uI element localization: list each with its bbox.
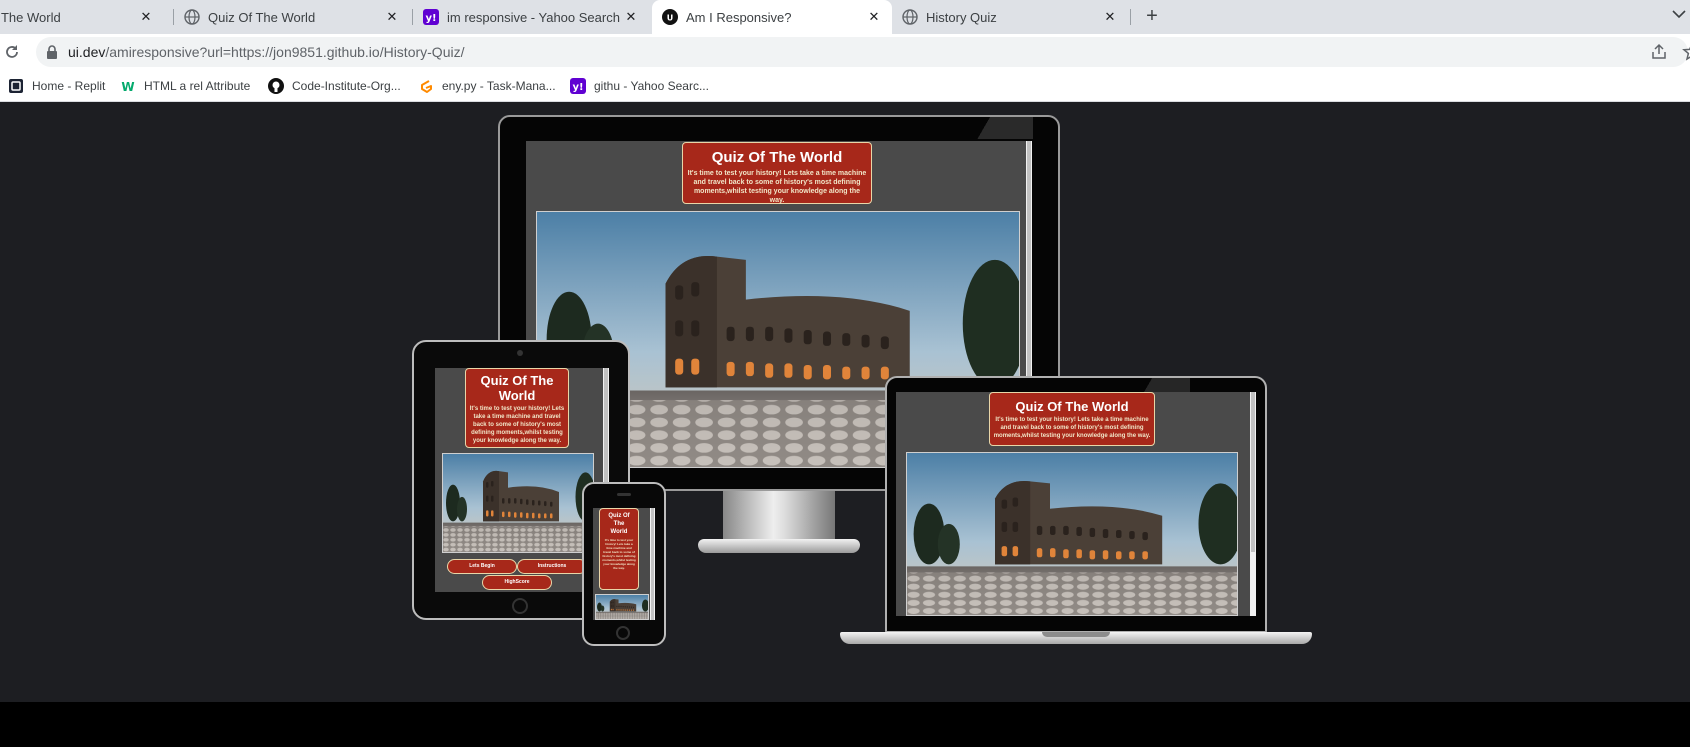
yahoo-icon: y! — [570, 78, 586, 94]
bookmark-html-rel[interactable]: W HTML a rel Attribute — [120, 77, 250, 95]
globe-icon — [902, 9, 918, 25]
site-hero: Quiz Of The World It's time to test your… — [682, 142, 872, 204]
bookmark-label: Code-Institute-Org... — [292, 79, 401, 93]
site-intro: It's time to test your history! Lets tak… — [687, 170, 867, 204]
close-icon[interactable]: ✕ — [1102, 9, 1118, 25]
bookmark-gitpod[interactable]: eny.py - Task-Mana... — [418, 77, 556, 95]
laptop-device: Quiz Of The World It's time to test your… — [840, 376, 1312, 656]
bookmark-star-icon[interactable] — [1682, 42, 1690, 62]
site-title: Quiz Of The World — [480, 373, 554, 403]
github-icon — [268, 78, 284, 94]
globe-icon — [184, 9, 200, 25]
scrollbar[interactable] — [650, 508, 655, 620]
bookmark-label: Home - Replit — [32, 79, 106, 93]
lock-icon[interactable] — [46, 45, 58, 59]
tab-title: Quiz Of The World — [208, 9, 316, 25]
amiresponsive-page: Quiz Of The World It's time to test your… — [0, 102, 1690, 702]
site-intro: It's time to test your history! Lets tak… — [602, 538, 636, 570]
gitpod-icon — [418, 78, 434, 94]
svg-text:y!: y! — [425, 13, 436, 24]
bookmark-label: HTML a rel Attribute — [144, 79, 251, 93]
ui-dev-icon: U — [662, 9, 678, 25]
svg-text:y!: y! — [572, 82, 583, 93]
phone-device: Quiz Of The World It's time to test your… — [582, 482, 666, 646]
tab-am-i-responsive[interactable]: U Am I Responsive? ✕ — [652, 0, 892, 34]
bookmark-yahoo-github[interactable]: y! githu - Yahoo Searc... — [570, 77, 709, 95]
bookmarks-bar: Home - Replit W HTML a rel Attribute Cod… — [0, 70, 1690, 102]
close-icon[interactable]: ✕ — [138, 9, 154, 25]
reload-icon[interactable] — [2, 42, 22, 62]
scrollbar[interactable] — [1250, 392, 1256, 616]
svg-text:W: W — [121, 80, 134, 93]
instructions-button[interactable]: Instructions — [517, 559, 587, 574]
url-host: ui.dev — [68, 44, 106, 60]
browser-toolbar: ui.dev/amiresponsive?url=https://jon9851… — [0, 34, 1690, 70]
site-intro: It's time to test your history! Lets tak… — [469, 406, 565, 444]
tab-separator — [412, 9, 413, 25]
tab-title: im responsive - Yahoo Search Re — [447, 9, 623, 25]
tab-quiz-of-the-world-1[interactable]: f The World ✕ — [0, 0, 164, 34]
bookmark-label: eny.py - Task-Mana... — [442, 79, 556, 93]
site-hero: Quiz Of The World It's time to test your… — [465, 368, 569, 448]
page-footer-strip — [0, 702, 1690, 747]
tab-title: f The World — [0, 9, 61, 25]
url-text[interactable]: ui.dev/amiresponsive?url=https://jon9851… — [68, 44, 465, 60]
site-title: Quiz Of The World — [608, 513, 630, 535]
tab-separator — [1130, 9, 1131, 25]
bookmark-label: githu - Yahoo Searc... — [594, 79, 709, 93]
close-icon[interactable]: ✕ — [384, 9, 400, 25]
replit-icon — [8, 78, 24, 94]
share-icon[interactable] — [1650, 43, 1668, 61]
close-icon[interactable]: ✕ — [866, 9, 882, 25]
w3-icon: W — [120, 78, 136, 94]
close-icon[interactable]: ✕ — [623, 9, 639, 25]
tab-separator — [173, 9, 174, 25]
address-bar[interactable]: ui.dev/amiresponsive?url=https://jon9851… — [36, 37, 1690, 67]
site-intro: It's time to test your history! Lets tak… — [993, 417, 1151, 439]
svg-text:U: U — [667, 14, 674, 23]
colosseum-image — [906, 452, 1238, 616]
tab-search-button[interactable] — [1668, 2, 1690, 26]
tab-strip: f The World ✕ Quiz Of The World ✕ y! im … — [0, 0, 1690, 34]
tab-history-quiz[interactable]: History Quiz ✕ — [902, 0, 1128, 34]
tab-yahoo-search[interactable]: y! im responsive - Yahoo Search Re ✕ — [423, 0, 649, 34]
bookmark-replit[interactable]: Home - Replit — [8, 77, 105, 95]
site-hero: Quiz Of The World It's time to test your… — [989, 392, 1155, 446]
site-title: Quiz Of The World — [1015, 399, 1129, 414]
new-tab-button[interactable]: + — [1140, 5, 1164, 29]
yahoo-icon: y! — [423, 9, 439, 25]
bookmark-code-institute[interactable]: Code-Institute-Org... — [268, 77, 401, 95]
phone-site-screen: Quiz Of The World It's time to test your… — [593, 508, 655, 620]
laptop-site-screen: Quiz Of The World It's time to test your… — [896, 392, 1256, 616]
lets-begin-button[interactable]: Lets Begin — [447, 559, 517, 574]
site-title: Quiz Of The World — [711, 149, 843, 166]
tab-title: History Quiz — [926, 9, 997, 25]
site-hero: Quiz Of The World It's time to test your… — [599, 508, 639, 590]
colosseum-image — [595, 594, 649, 620]
colosseum-image — [442, 453, 594, 553]
tab-title: Am I Responsive? — [686, 9, 792, 25]
highscore-button[interactable]: HighScore — [482, 575, 552, 590]
tab-quiz-of-the-world-2[interactable]: Quiz Of The World ✕ — [184, 0, 410, 34]
url-path: /amiresponsive?url=https://jon9851.githu… — [105, 44, 465, 60]
